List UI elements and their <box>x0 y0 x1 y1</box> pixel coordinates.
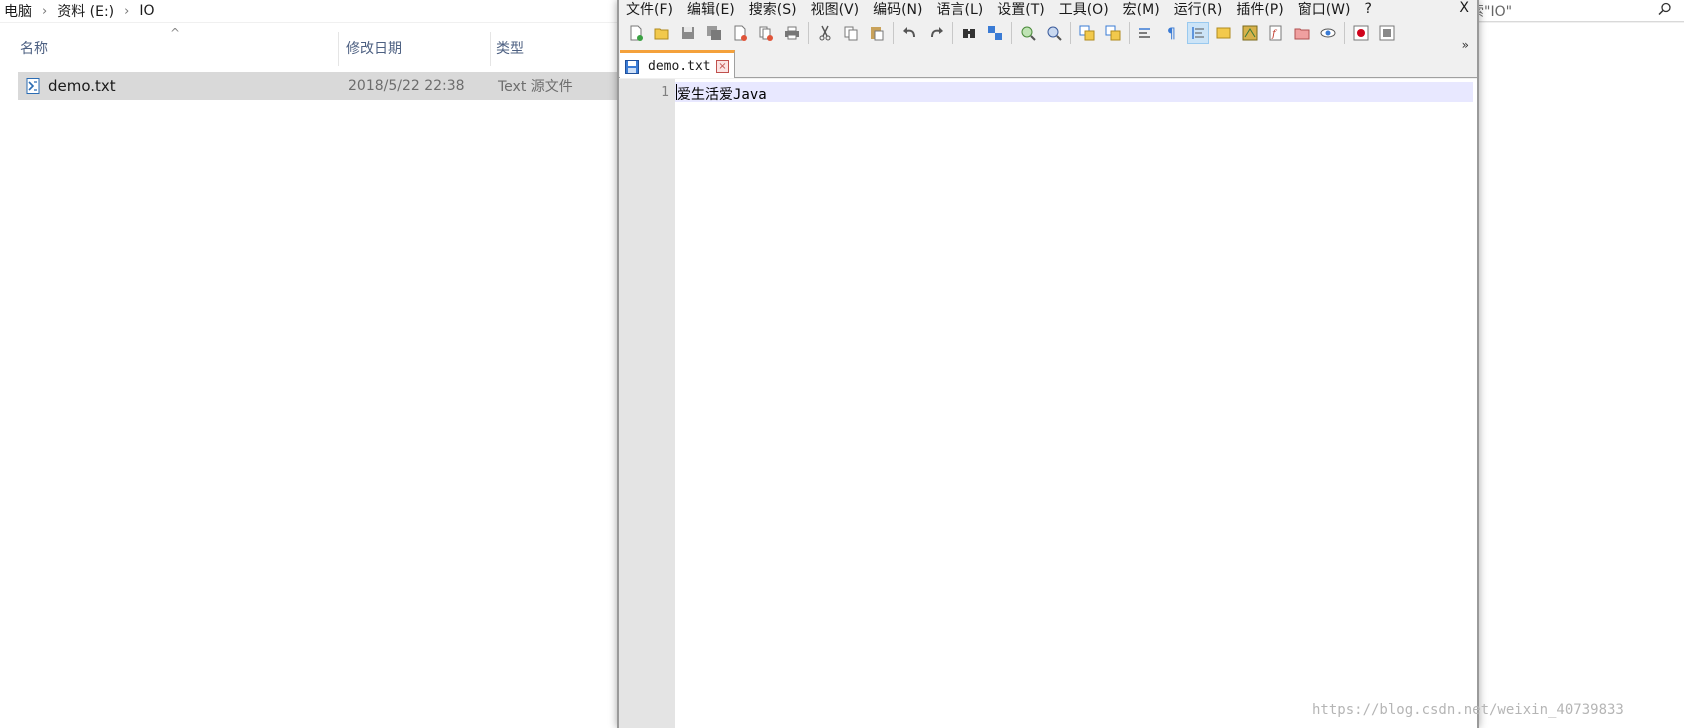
menu-run[interactable]: 运行(R) <box>1167 0 1230 19</box>
column-separator[interactable] <box>490 32 491 66</box>
tab-demo-txt[interactable]: demo.txt × <box>620 50 735 78</box>
text-file-icon <box>26 78 40 94</box>
file-type: Text 源文件 <box>498 79 573 95</box>
menu-macro[interactable]: 宏(M) <box>1116 0 1167 19</box>
file-name: demo.txt <box>48 77 116 95</box>
indent-guide-icon[interactable] <box>1187 22 1209 44</box>
column-header-date[interactable]: 修改日期 <box>346 30 402 66</box>
toolbar-separator <box>1129 22 1130 44</box>
toolbar-separator <box>808 22 809 44</box>
new-file-icon[interactable] <box>625 22 647 44</box>
monitor-icon[interactable] <box>1317 22 1339 44</box>
close-icon[interactable] <box>729 22 751 44</box>
breadcrumb: 电脑 › 资料 (E:) › IO <box>0 0 159 22</box>
zoom-out-icon[interactable] <box>1043 22 1065 44</box>
menu-language[interactable]: 语言(L) <box>930 0 991 19</box>
close-document-button[interactable]: X <box>1459 0 1469 16</box>
breadcrumb-pc[interactable]: 电脑 <box>0 1 36 21</box>
file-row-demo-txt[interactable]: demo.txt 2018/5/22 22:38 Text 源文件 <box>18 72 618 100</box>
redo-icon[interactable] <box>925 22 947 44</box>
editor-area[interactable]: 1 爱生活爱Java <box>619 79 1477 728</box>
word-wrap-icon[interactable] <box>1135 22 1157 44</box>
stop-macro-icon[interactable] <box>1376 22 1398 44</box>
line-number: 1 <box>661 85 669 100</box>
toolbar-separator <box>893 22 894 44</box>
paste-icon[interactable] <box>866 22 888 44</box>
sync-horizontal-icon[interactable] <box>1102 22 1124 44</box>
column-separator[interactable] <box>338 32 339 66</box>
breadcrumb-drive[interactable]: 资料 (E:) <box>53 1 118 21</box>
sync-vertical-icon[interactable] <box>1076 22 1098 44</box>
current-line-highlight <box>675 82 1473 102</box>
record-macro-icon[interactable] <box>1350 22 1372 44</box>
toolbar-separator <box>1344 22 1345 44</box>
menu-tools[interactable]: 工具(O) <box>1052 0 1116 19</box>
menu-encoding[interactable]: 编码(N) <box>866 0 929 19</box>
save-all-icon[interactable] <box>703 22 725 44</box>
watermark: https://blog.csdn.net/weixin_40739833 <box>1312 702 1624 718</box>
doc-map-icon[interactable] <box>1239 22 1261 44</box>
undo-icon[interactable] <box>899 22 921 44</box>
toolbar: ¶ f » <box>619 18 1477 52</box>
cut-icon[interactable] <box>814 22 836 44</box>
menu-plugins[interactable]: 插件(P) <box>1229 0 1290 19</box>
replace-icon[interactable] <box>984 22 1006 44</box>
breadcrumb-chevron-icon: › <box>42 3 48 19</box>
print-icon[interactable] <box>781 22 803 44</box>
close-all-icon[interactable] <box>755 22 777 44</box>
tab-bar: demo.txt × <box>619 50 1477 78</box>
column-header-type[interactable]: 类型 <box>496 30 524 66</box>
search-input[interactable]: 索"IO" <box>1468 0 1684 22</box>
svg-text:¶: ¶ <box>1167 26 1176 41</box>
menu-settings[interactable]: 设置(T) <box>990 0 1051 19</box>
notepad-plus-plus-window: 文件(F) 编辑(E) 搜索(S) 视图(V) 编码(N) 语言(L) 设置(T… <box>617 0 1479 728</box>
breadcrumb-chevron-icon: › <box>124 3 130 19</box>
breadcrumb-folder[interactable]: IO <box>135 3 158 19</box>
file-date: 2018/5/22 22:38 <box>348 78 465 94</box>
menu-window[interactable]: 窗口(W) <box>1291 0 1358 19</box>
line-number-gutter: 1 <box>619 79 675 728</box>
show-all-chars-icon[interactable]: ¶ <box>1161 22 1183 44</box>
toolbar-separator <box>1011 22 1012 44</box>
menu-search[interactable]: 搜索(S) <box>742 0 804 19</box>
tab-label: demo.txt <box>648 59 711 74</box>
zoom-in-icon[interactable] <box>1017 22 1039 44</box>
search-icon[interactable] <box>1658 2 1672 16</box>
folder-workspace-icon[interactable] <box>1291 22 1313 44</box>
column-header-name[interactable]: 名称 <box>20 30 48 66</box>
copy-icon[interactable] <box>840 22 862 44</box>
sort-ascending-icon: ^ <box>170 26 181 40</box>
editor-line-text[interactable]: 爱生活爱Java <box>677 84 767 104</box>
menu-edit[interactable]: 编辑(E) <box>680 0 742 19</box>
save-icon[interactable] <box>677 22 699 44</box>
open-file-icon[interactable] <box>651 22 673 44</box>
menu-view[interactable]: 视图(V) <box>804 0 867 19</box>
tab-close-icon[interactable]: × <box>716 60 729 73</box>
toolbar-separator <box>1070 22 1071 44</box>
menu-help[interactable]: ? <box>1358 1 1379 17</box>
saved-file-icon <box>625 60 639 74</box>
user-lang-icon[interactable] <box>1213 22 1235 44</box>
find-icon[interactable] <box>958 22 980 44</box>
toolbar-separator <box>952 22 953 44</box>
menu-file[interactable]: 文件(F) <box>619 0 680 19</box>
function-list-icon[interactable]: f <box>1265 22 1287 44</box>
menu-bar: 文件(F) 编辑(E) 搜索(S) 视图(V) 编码(N) 语言(L) 设置(T… <box>619 0 1477 19</box>
